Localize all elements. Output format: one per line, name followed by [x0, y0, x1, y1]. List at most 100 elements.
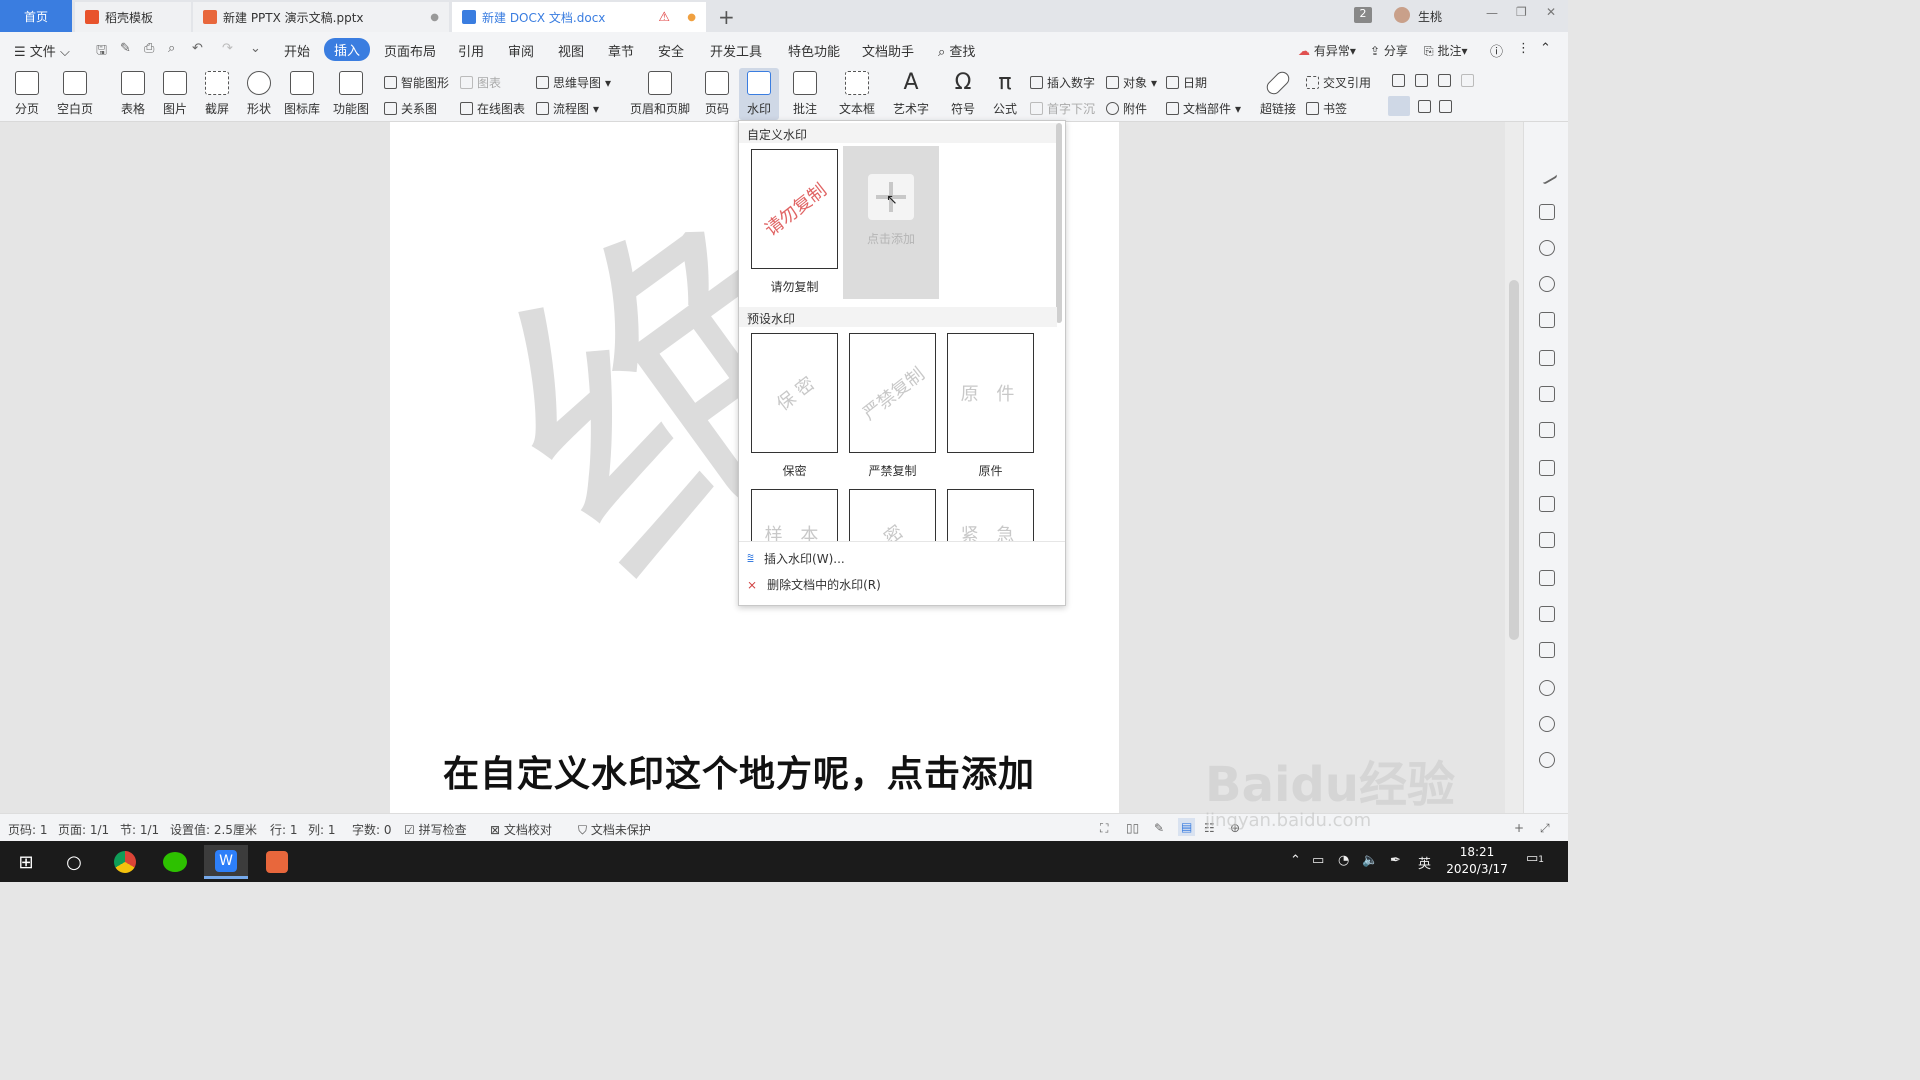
dropdown-scrollbar[interactable] [1056, 123, 1062, 323]
page-break-button[interactable]: 分页 [8, 66, 46, 117]
layers-icon[interactable] [1539, 312, 1555, 328]
cross-ref-button[interactable]: 交叉引用 [1306, 74, 1371, 91]
hyperlink-button[interactable]: 超链接 [1256, 66, 1300, 117]
sync-status-button[interactable]: ☁ 有异常▾ [1298, 42, 1356, 59]
preset-watermark-sample[interactable]: 样 本 [751, 489, 838, 541]
tab-chapter[interactable]: 章节 [608, 41, 634, 60]
blank-page-button[interactable]: 空白页 [50, 66, 100, 117]
more-icon[interactable]: ⋮ [1517, 41, 1530, 56]
fullscreen-icon[interactable]: ⛶ [1100, 821, 1108, 836]
status-section[interactable]: 节: 1/1 [120, 821, 159, 838]
status-col[interactable]: 列: 1 [308, 821, 336, 838]
preset-watermark-original[interactable]: 原 件 [947, 333, 1034, 453]
tab-templates[interactable]: 稻壳模板 [75, 2, 191, 32]
shield-icon[interactable] [1539, 680, 1555, 696]
form-checkbox-icon[interactable] [1415, 74, 1428, 87]
notification-button[interactable]: ▭1 [1526, 851, 1544, 866]
drop-cap-button[interactable]: 首字下沉 [1030, 100, 1095, 117]
pointer-icon[interactable] [1539, 204, 1555, 220]
export-icon[interactable] [1539, 532, 1555, 548]
zoom-in-icon[interactable]: + [1514, 821, 1524, 835]
page-number-button[interactable]: 页码 [698, 66, 736, 117]
smart-shape-button[interactable]: 智能图形 [384, 74, 449, 91]
tab-dot-icon[interactable]: ● [430, 12, 439, 23]
undo-icon[interactable]: ↶ [192, 41, 203, 56]
read-mode-icon[interactable]: ▯▯ [1126, 821, 1139, 835]
form-list-icon[interactable] [1438, 74, 1451, 87]
tab-pptx[interactable]: 新建 PPTX 演示文稿.pptx ● [193, 2, 449, 32]
settings-sliders-icon[interactable] [1539, 460, 1555, 476]
volume-icon[interactable]: 🔈 [1362, 853, 1378, 868]
chrome-taskbar-button[interactable] [103, 845, 147, 879]
tab-home[interactable]: 首页 [0, 0, 72, 32]
icon-library-button[interactable]: 图标库 [282, 66, 322, 117]
print-icon[interactable]: ⎙ [144, 41, 154, 56]
tab-page-layout[interactable]: 页面布局 [384, 41, 436, 60]
preset-watermark-secret[interactable]: 密 [849, 489, 936, 541]
flowchart-button[interactable]: 流程图 ▾ [536, 100, 599, 117]
bar-chart-icon[interactable] [1539, 422, 1555, 438]
scrollbar-thumb[interactable] [1509, 280, 1519, 640]
style-icon[interactable] [1539, 240, 1555, 256]
symbol-button[interactable]: Ω 符号 [944, 66, 982, 117]
date-button[interactable]: 日期 [1166, 74, 1207, 91]
unsaved-dot-icon[interactable]: ● [687, 12, 696, 23]
tab-start[interactable]: 开始 [284, 41, 310, 60]
window-count-badge[interactable]: 2 [1354, 7, 1372, 23]
help-icon[interactable]: ⓘ [1490, 41, 1503, 60]
form-frame-icon[interactable] [1418, 99, 1431, 113]
relation-chart-button[interactable]: 关系图 [384, 100, 437, 117]
file-menu[interactable]: ☰ 文件 ⌵ [14, 41, 70, 60]
ime-indicator[interactable]: 英 [1418, 853, 1431, 872]
attachment-button[interactable]: 附件 [1106, 100, 1147, 117]
collapse-ribbon-icon[interactable]: ⌃ [1540, 41, 1551, 56]
formula-button[interactable]: π 公式 [986, 66, 1024, 117]
status-row[interactable]: 行: 1 [270, 821, 298, 838]
status-pages[interactable]: 页面: 1/1 [58, 821, 109, 838]
apps-icon[interactable] [1539, 386, 1555, 402]
form-combo-icon[interactable] [1461, 74, 1474, 87]
textbox-button[interactable]: 文本框 [834, 66, 880, 117]
add-watermark-button[interactable]: 点击添加 ↖ [843, 146, 939, 299]
print-preview-icon[interactable]: ⌕ [168, 41, 175, 56]
customize-icon[interactable]: ⌄ [250, 41, 261, 56]
object-button[interactable]: 对象 ▾ [1106, 74, 1157, 91]
header-footer-button[interactable]: 页眉和页脚 [626, 66, 694, 117]
comment-menu-button[interactable]: ⎘ 批注▾ [1424, 42, 1467, 59]
wps-writer-taskbar-button[interactable]: W [204, 845, 248, 879]
function-chart-button[interactable]: 功能图 [328, 66, 374, 117]
delete-watermark-action[interactable]: ⨯ 删除文档中的水印(R) [747, 576, 881, 593]
shape-button[interactable]: 形状 [240, 66, 278, 117]
translate-icon[interactable] [1539, 570, 1555, 586]
write-mode-icon[interactable]: ✎ [1154, 821, 1164, 835]
fit-icon[interactable]: ⤢ [1540, 821, 1550, 836]
tray-expand-icon[interactable]: ⌃ [1290, 853, 1301, 868]
tab-features[interactable]: 特色功能 [788, 41, 840, 60]
insert-number-button[interactable]: 插入数字 [1030, 74, 1095, 91]
preset-watermark-urgent[interactable]: 紧 急 [947, 489, 1034, 541]
archive-icon[interactable] [1539, 606, 1555, 622]
cortana-circle-icon[interactable]: ○ [52, 845, 96, 879]
share-button[interactable]: ⇪ 分享 [1370, 42, 1408, 59]
spell-check-button[interactable]: ☑ 拼写检查 [404, 821, 467, 838]
network-icon[interactable]: ◔ [1338, 853, 1349, 868]
screenshot-button[interactable]: 截屏 [198, 66, 236, 117]
picture-button[interactable]: 图片 [156, 66, 194, 117]
start-windows-icon[interactable]: ⊞ [4, 845, 48, 879]
shapes-icon[interactable] [1539, 276, 1555, 292]
page-view-icon[interactable]: ▤ [1178, 818, 1196, 836]
new-tab-button[interactable]: + [718, 5, 735, 29]
wechat-taskbar-button[interactable] [153, 845, 197, 879]
form-textbox-icon[interactable] [1392, 74, 1405, 87]
tab-developer[interactable]: 开发工具 [710, 41, 762, 60]
preset-watermark-nocopy[interactable]: 严禁复制 [849, 333, 936, 453]
protect-status-button[interactable]: ⛉ 文档未保护 [578, 821, 651, 838]
tab-insert[interactable]: 插入 [324, 38, 371, 61]
form-option-icon[interactable] [1439, 99, 1452, 113]
table-button[interactable]: 表格 [114, 66, 152, 117]
format-painter-icon[interactable]: ✎ [120, 41, 131, 56]
custom-watermark-thumb[interactable]: 请勿复制 [751, 149, 838, 269]
form-design-icon[interactable] [1388, 96, 1410, 116]
system-clock[interactable]: 18:21 2020/3/17 [1445, 844, 1509, 878]
image-icon[interactable] [1539, 642, 1555, 658]
